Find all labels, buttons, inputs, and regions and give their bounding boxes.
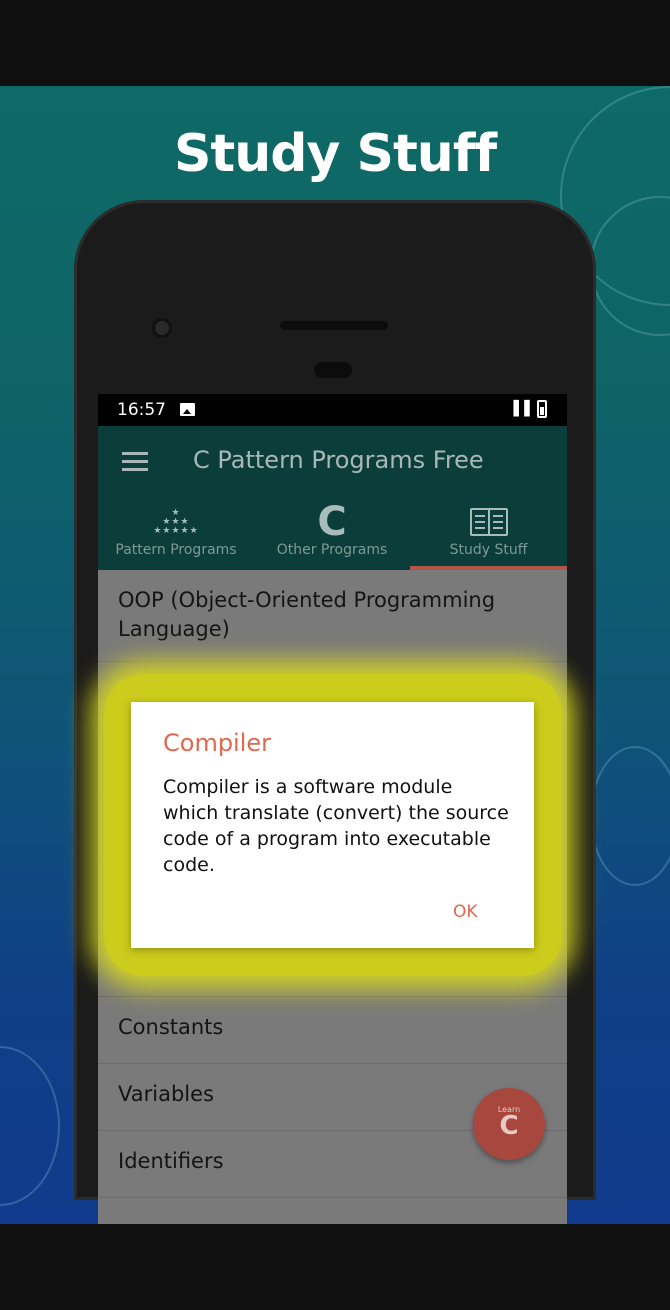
tab-pattern-programs[interactable]: ★ ★★★ ★★★★★ Pattern Programs <box>98 502 254 570</box>
app-title: C Pattern Programs Free <box>193 446 484 474</box>
decorative-ring <box>590 746 670 886</box>
c-letter-icon: C <box>317 499 347 545</box>
list-item[interactable]: OOP (Object-Oriented Programming Languag… <box>98 570 567 662</box>
battery-icon <box>537 400 547 418</box>
hamburger-menu-icon[interactable] <box>122 452 148 472</box>
vibrate-icon: ▐▐ <box>508 401 530 417</box>
tab-other-programs[interactable]: C Other Programs <box>254 502 410 570</box>
book-icon <box>410 502 567 542</box>
tab-study-stuff[interactable]: Study Stuff <box>410 502 567 570</box>
compiler-dialog: Compiler Compiler is a software module w… <box>131 702 534 948</box>
decorative-ring <box>0 1046 60 1206</box>
ok-button[interactable]: OK <box>453 902 478 922</box>
dialog-body: Compiler is a software module which tran… <box>163 776 509 876</box>
learn-c-fab-button[interactable]: Learn C <box>473 1088 545 1160</box>
app-bar: C Pattern Programs Free ★ ★★★ ★★★★★ Patter… <box>98 426 567 570</box>
tab-label: Other Programs <box>276 542 388 558</box>
proximity-sensor <box>314 362 352 378</box>
front-camera <box>152 318 172 338</box>
fab-big-text: C <box>499 1111 519 1141</box>
status-time: 16:57 <box>117 400 166 420</box>
dialog-title: Compiler <box>163 729 272 757</box>
image-icon <box>180 403 195 416</box>
bottom-letterbox <box>0 1224 670 1310</box>
earpiece-speaker <box>280 321 388 330</box>
tab-label: Pattern Programs <box>115 542 237 558</box>
tab-label: Study Stuff <box>449 542 528 558</box>
status-bar: 16:57 ▐▐ <box>98 394 567 426</box>
promo-title-line1: Study Stuff <box>173 124 497 184</box>
star-pyramid-icon: ★ ★★★ ★★★★★ <box>153 507 199 536</box>
list-item[interactable]: Constants <box>98 997 567 1064</box>
top-letterbox <box>0 0 670 86</box>
